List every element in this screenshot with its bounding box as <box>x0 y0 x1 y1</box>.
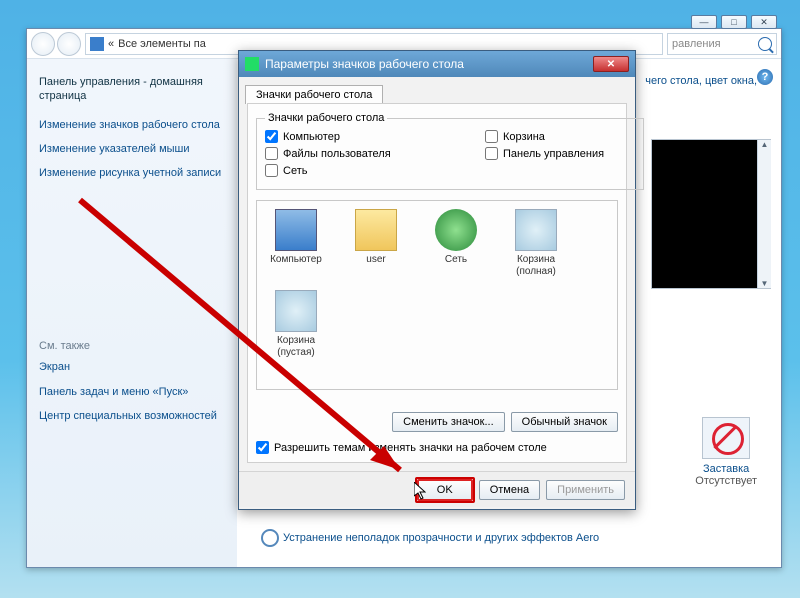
preview-panel: ▲▼ <box>651 139 771 289</box>
icon-network[interactable]: Сеть <box>425 209 487 278</box>
recycle-empty-icon <box>275 290 317 332</box>
cancel-button[interactable]: Отмена <box>479 480 540 500</box>
preview-scrollbar[interactable]: ▲▼ <box>757 140 771 288</box>
default-icon-button[interactable]: Обычный значок <box>511 412 618 432</box>
desktop-icon-settings-dialog: Параметры значков рабочего стола ✕ Значк… <box>238 50 636 510</box>
change-icon-button[interactable]: Сменить значок... <box>392 412 505 432</box>
check-recycle-bin[interactable]: Корзина <box>485 130 635 143</box>
check-network[interactable]: Сеть <box>265 164 415 177</box>
check-control-panel[interactable]: Панель управления <box>485 147 635 160</box>
window-caption-buttons: — □ ✕ <box>27 13 781 31</box>
screensaver-label: Заставка <box>703 463 749 475</box>
no-screensaver-icon <box>702 417 750 459</box>
tab-desktop-icons[interactable]: Значки рабочего стола <box>245 85 383 104</box>
minimize-button[interactable]: — <box>691 15 717 29</box>
personalization-icon <box>90 37 104 51</box>
user-folder-icon <box>355 209 397 251</box>
maximize-button[interactable]: □ <box>721 15 747 29</box>
dialog-tabs: Значки рабочего стола <box>239 77 635 103</box>
check-user-files[interactable]: Файлы пользователя <box>265 147 415 160</box>
apply-button[interactable]: Применить <box>546 480 625 500</box>
screensaver-status: Отсутствует <box>695 475 757 487</box>
dialog-footer: OK Отмена Применить <box>239 471 635 507</box>
see-also-heading: См. также <box>39 340 225 352</box>
see-also-accessibility[interactable]: Центр специальных возможностей <box>39 409 225 423</box>
icon-recycle-empty[interactable]: Корзина (пустая) <box>265 290 327 359</box>
see-also-display[interactable]: Экран <box>39 360 225 374</box>
icon-recycle-full[interactable]: Корзина (полная) <box>505 209 567 278</box>
dialog-title-text: Параметры значков рабочего стола <box>265 57 464 71</box>
sidebar-link-pointers[interactable]: Изменение указателей мыши <box>39 142 225 156</box>
dialog-titlebar[interactable]: Параметры значков рабочего стола ✕ <box>239 51 635 77</box>
sidebar-link-icons[interactable]: Изменение значков рабочего стола <box>39 118 225 132</box>
close-button[interactable]: ✕ <box>751 15 777 29</box>
see-also-taskbar[interactable]: Панель задач и меню «Пуск» <box>39 385 225 399</box>
nav-arrows <box>31 32 81 56</box>
dialog-close-button[interactable]: ✕ <box>593 56 629 72</box>
search-icon <box>758 37 772 51</box>
icon-computer[interactable]: Компьютер <box>265 209 327 278</box>
breadcrumb-prefix: « <box>108 38 114 50</box>
forward-button[interactable] <box>57 32 81 56</box>
sidebar-home-link[interactable]: Панель управления - домашняя страница <box>39 75 225 104</box>
group-legend: Значки рабочего стола <box>265 112 387 124</box>
network-icon <box>435 209 477 251</box>
icon-user[interactable]: user <box>345 209 407 278</box>
screensaver-tile[interactable]: Заставка Отсутствует <box>695 417 757 487</box>
search-box[interactable]: равления <box>667 33 777 55</box>
check-computer[interactable]: Компьютер <box>265 130 415 143</box>
back-button[interactable] <box>31 32 55 56</box>
sidebar-link-account-picture[interactable]: Изменение рисунка учетной записи <box>39 166 225 180</box>
computer-icon <box>275 209 317 251</box>
search-placeholder: равления <box>668 38 758 50</box>
mouse-cursor-icon <box>414 482 426 500</box>
breadcrumb-text: Все элементы па <box>118 38 206 50</box>
icon-preview-list[interactable]: Компьютер user Сеть Корзина (полная) Кор… <box>256 200 618 390</box>
main-hint-text: чего стола, цвет окна, <box>645 75 757 87</box>
aero-troubleshoot-link[interactable]: Устранение неполадок прозрачности и друг… <box>261 529 599 547</box>
recycle-full-icon <box>515 209 557 251</box>
sidebar: Панель управления - домашняя страница Из… <box>27 59 237 567</box>
desktop-icons-group: Значки рабочего стола Компьютер Корзина … <box>256 112 644 190</box>
allow-themes-checkbox[interactable]: Разрешить темам изменять значки на рабоч… <box>256 441 547 454</box>
dialog-body: Значки рабочего стола Компьютер Корзина … <box>247 103 627 463</box>
dialog-icon <box>245 57 259 71</box>
